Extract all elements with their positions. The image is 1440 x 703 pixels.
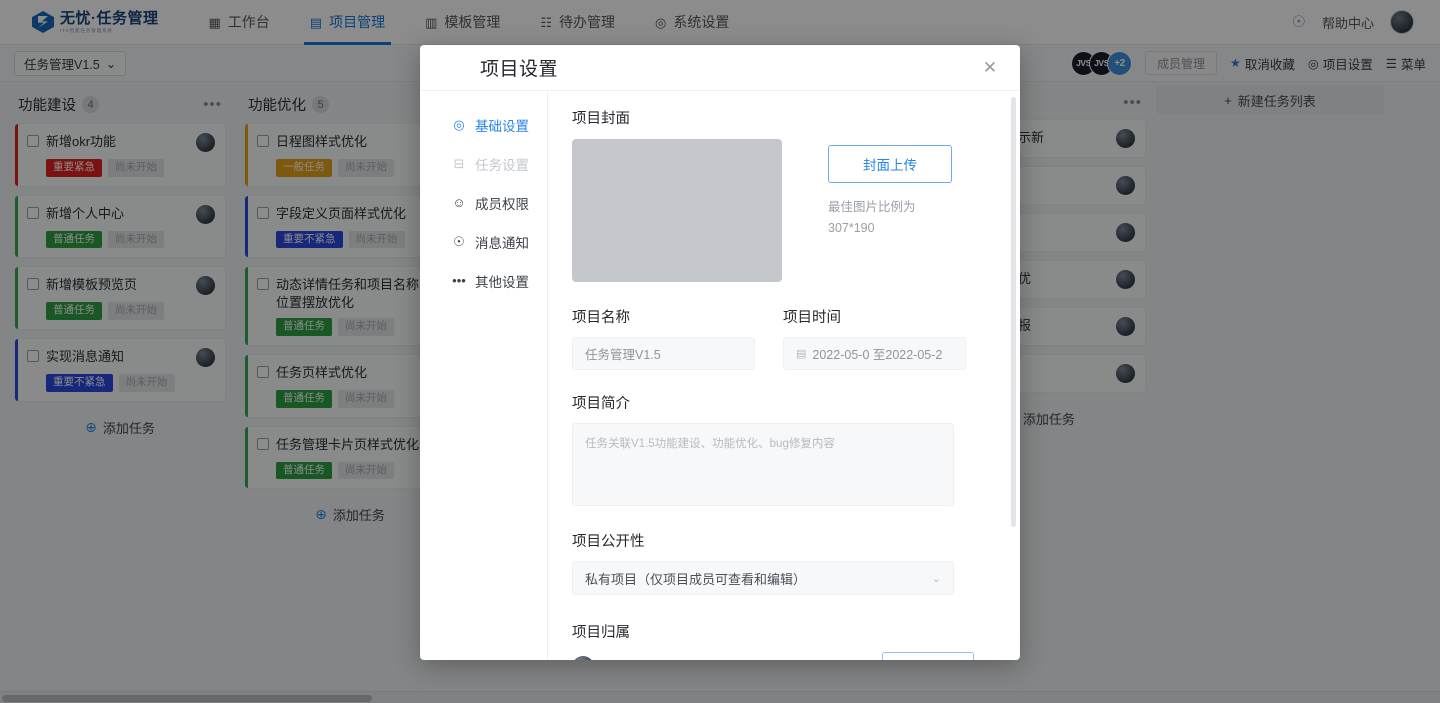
sidebar-item-task-settings[interactable]: ⊟ 任务设置 bbox=[420, 144, 547, 183]
dialog-sidebar: ◎ 基础设置 ⊟ 任务设置 ☺ 成员权限 ☉ 消息通知 ••• 其他设置 bbox=[420, 91, 548, 660]
project-name-field: 项目名称 任务管理V1.5 bbox=[572, 306, 755, 370]
sidebar-item-label: 其他设置 bbox=[475, 274, 529, 290]
sidebar-item-label: 成员权限 bbox=[475, 196, 529, 212]
name-time-row: 项目名称 任务管理V1.5 项目时间 ▤ 2022-05-0 至2022-05-… bbox=[572, 306, 974, 370]
dialog-scrollbar-thumb[interactable] bbox=[1011, 97, 1016, 527]
project-date-range-input[interactable]: ▤ 2022-05-0 至2022-05-2 bbox=[783, 337, 966, 370]
cover-upload-button[interactable]: 封面上传 bbox=[828, 145, 952, 183]
ownership-label: 项目归属 bbox=[572, 625, 630, 641]
dialog-scrollbar[interactable] bbox=[1011, 97, 1016, 654]
cover-image-preview[interactable] bbox=[572, 139, 782, 282]
chevron-down-icon: ⌄ bbox=[931, 572, 941, 585]
member-icon: ☺ bbox=[452, 195, 466, 210]
project-time-label: 项目时间 bbox=[783, 310, 841, 326]
sidebar-item-label: 任务设置 bbox=[475, 157, 529, 173]
ellipsis-icon: ••• bbox=[452, 273, 466, 288]
project-settings-dialog: 项目设置 ✕ ◎ 基础设置 ⊟ 任务设置 ☺ 成员权限 ☉ 消息通知 ••• 其… bbox=[420, 45, 1020, 660]
project-name-input[interactable]: 任务管理V1.5 bbox=[572, 337, 755, 370]
sidebar-item-basic-settings[interactable]: ◎ 基础设置 bbox=[420, 105, 547, 144]
sidebar-item-label: 消息通知 bbox=[475, 235, 529, 251]
calendar-icon: ▤ bbox=[796, 348, 807, 360]
cover-section: 封面上传 最佳图片比例为307*190 bbox=[572, 139, 974, 282]
owner-avatar bbox=[572, 656, 594, 660]
project-date-range-value: 2022-05-0 至2022-05-2 bbox=[812, 348, 943, 362]
project-intro-field: 项目简介 任务关联V1.5功能建设、功能优化、bug修复内容 bbox=[572, 392, 974, 506]
project-name-value: 任务管理V1.5 bbox=[585, 348, 661, 362]
visibility-label: 项目公开性 bbox=[572, 534, 645, 550]
sidebar-item-member-permissions[interactable]: ☺ 成员权限 bbox=[420, 183, 547, 222]
dialog-body: ◎ 基础设置 ⊟ 任务设置 ☺ 成员权限 ☉ 消息通知 ••• 其他设置 项目封… bbox=[420, 90, 1020, 660]
app-root: 无忧·任务管理 ITS智能任务管理系统 ▦ 工作台 ▤ 项目管理 ▥ 模板管理 bbox=[0, 0, 1440, 703]
dialog-header: 项目设置 ✕ bbox=[420, 45, 1020, 90]
project-name-label: 项目名称 bbox=[572, 310, 630, 326]
dialog-content: 项目封面 封面上传 最佳图片比例为307*190 项目名称 任务管理V1.5 项… bbox=[548, 91, 1020, 660]
project-time-field: 项目时间 ▤ 2022-05-0 至2022-05-2 bbox=[783, 306, 966, 370]
project-intro-label: 项目简介 bbox=[572, 396, 630, 412]
sidebar-item-other-settings[interactable]: ••• 其他设置 bbox=[420, 261, 547, 300]
transfer-ownership-button[interactable]: 转交 bbox=[882, 652, 974, 660]
dialog-title: 项目设置 bbox=[480, 59, 559, 80]
cover-section-label: 项目封面 bbox=[572, 111, 630, 127]
visibility-select[interactable]: 私有项目（仅项目成员可查看和编辑） ⌄ bbox=[572, 561, 954, 595]
owner-row: 可达鸭 转交 bbox=[572, 652, 974, 660]
cover-hint-text: 最佳图片比例为307*190 bbox=[828, 200, 916, 235]
gear-icon: ◎ bbox=[453, 116, 465, 132]
owner-name: 可达鸭 bbox=[604, 658, 643, 661]
sidebar-item-label: 基础设置 bbox=[475, 118, 529, 134]
task-icon: ⊟ bbox=[453, 155, 465, 171]
bell-icon: ☉ bbox=[453, 233, 465, 249]
project-intro-textarea[interactable]: 任务关联V1.5功能建设、功能优化、bug修复内容 bbox=[572, 423, 954, 506]
visibility-value: 私有项目（仅项目成员可查看和编辑） bbox=[585, 571, 807, 587]
sidebar-item-notifications[interactable]: ☉ 消息通知 bbox=[420, 222, 547, 261]
close-icon[interactable]: ✕ bbox=[980, 58, 1000, 78]
